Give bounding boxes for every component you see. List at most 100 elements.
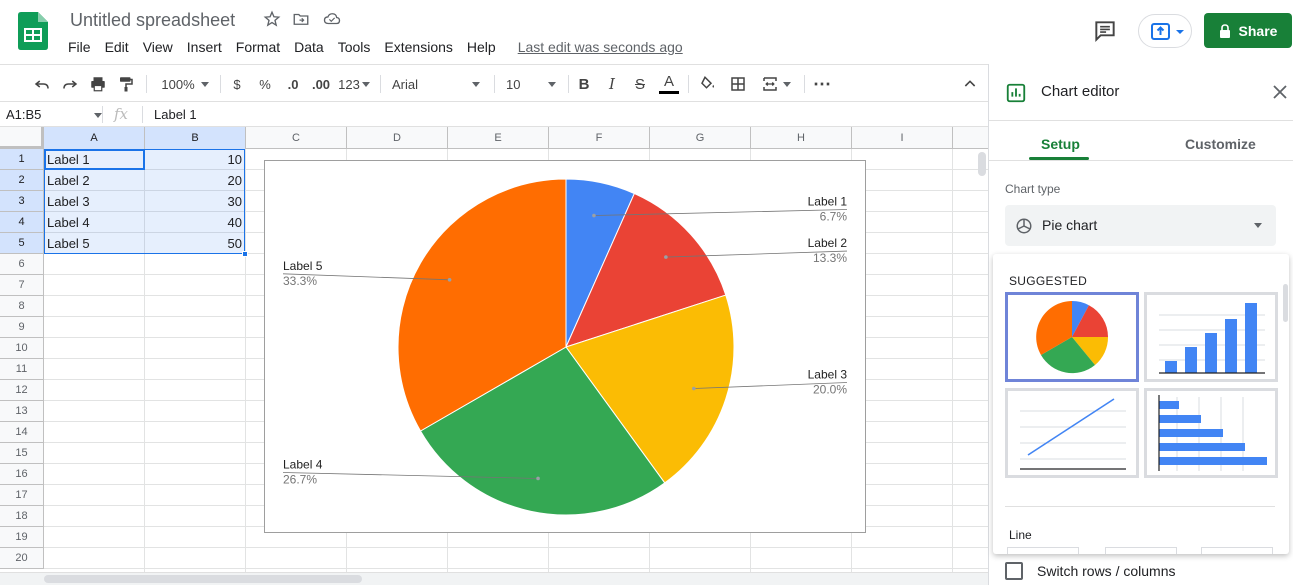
line-chart-option[interactable]: [1007, 547, 1079, 554]
dropdown-scrollbar-thumb[interactable]: [1283, 284, 1288, 322]
cell-b3[interactable]: 30: [145, 191, 245, 212]
combo-chart-option[interactable]: [1201, 547, 1273, 554]
menu-insert[interactable]: Insert: [187, 39, 222, 55]
row-header[interactable]: 5: [0, 233, 44, 254]
bar-chart-thumbnail[interactable]: [1144, 388, 1278, 478]
tab-customize[interactable]: Customize: [1185, 136, 1256, 152]
row-header[interactable]: 7: [0, 275, 44, 296]
menu-data[interactable]: Data: [294, 39, 324, 55]
row-header[interactable]: 2: [0, 170, 44, 191]
strikethrough-button[interactable]: S: [630, 65, 650, 103]
chevron-down-icon[interactable]: [94, 113, 102, 118]
name-box[interactable]: A1:B5: [6, 107, 41, 122]
font-size-select[interactable]: 10: [502, 65, 560, 103]
row-header[interactable]: 16: [0, 464, 44, 485]
row-header[interactable]: 19: [0, 527, 44, 548]
column-header-d[interactable]: D: [347, 127, 448, 149]
select-all-corner[interactable]: [0, 127, 44, 149]
comments-icon[interactable]: [1092, 18, 1118, 44]
cell-b5[interactable]: 50: [145, 233, 245, 254]
column-header-b[interactable]: B: [145, 127, 246, 149]
italic-button[interactable]: I: [602, 65, 622, 103]
row-header[interactable]: 10: [0, 338, 44, 359]
formula-input[interactable]: Label 1: [154, 107, 197, 122]
more-formats-select[interactable]: 123: [337, 65, 371, 103]
menu-view[interactable]: View: [143, 39, 173, 55]
column-header-c[interactable]: C: [246, 127, 347, 149]
menu-extensions[interactable]: Extensions: [384, 39, 452, 55]
font-select[interactable]: Arial: [388, 65, 484, 103]
percent-format-button[interactable]: %: [256, 65, 274, 103]
close-icon[interactable]: [1273, 85, 1287, 104]
line-chart-thumbnail[interactable]: [1005, 388, 1139, 478]
tab-setup[interactable]: Setup: [1041, 136, 1080, 152]
print-icon[interactable]: [86, 65, 110, 103]
row-header[interactable]: 14: [0, 422, 44, 443]
switch-rows-columns-checkbox[interactable]: [1005, 562, 1023, 580]
menu-format[interactable]: Format: [236, 39, 280, 55]
row-header[interactable]: 8: [0, 296, 44, 317]
paint-format-icon[interactable]: [114, 65, 138, 103]
row-header[interactable]: 6: [0, 254, 44, 275]
menu-help[interactable]: Help: [467, 39, 496, 55]
star-icon[interactable]: [263, 10, 283, 30]
row-header[interactable]: 17: [0, 485, 44, 506]
decrease-decimal-button[interactable]: .0: [282, 65, 304, 103]
cell-b1[interactable]: 10: [145, 149, 245, 170]
row-header[interactable]: 1: [0, 149, 44, 170]
cell-b2[interactable]: 20: [145, 170, 245, 191]
column-chart-thumbnail[interactable]: [1144, 292, 1278, 382]
share-button[interactable]: Share: [1204, 13, 1292, 48]
horizontal-scrollbar[interactable]: [0, 572, 988, 585]
last-edit-link[interactable]: Last edit was seconds ago: [518, 39, 683, 55]
cell-b4[interactable]: 40: [145, 212, 245, 233]
row-header[interactable]: 9: [0, 317, 44, 338]
row-header[interactable]: 4: [0, 212, 44, 233]
present-button[interactable]: [1138, 14, 1192, 48]
more-options-button[interactable]: ⋯: [810, 65, 834, 103]
row-header[interactable]: 13: [0, 401, 44, 422]
menu-tools[interactable]: Tools: [338, 39, 371, 55]
undo-icon[interactable]: [30, 65, 54, 103]
row-header[interactable]: 12: [0, 380, 44, 401]
column-header-i[interactable]: I: [852, 127, 953, 149]
fill-color-icon[interactable]: [696, 65, 720, 103]
vertical-scrollbar-thumb[interactable]: [978, 152, 986, 176]
smooth-line-chart-option[interactable]: [1105, 547, 1177, 554]
cloud-saved-icon[interactable]: [322, 10, 342, 30]
row-header[interactable]: 3: [0, 191, 44, 212]
row-header[interactable]: 18: [0, 506, 44, 527]
menu-file[interactable]: File: [68, 39, 91, 55]
column-header-g[interactable]: G: [650, 127, 751, 149]
switch-rows-columns-option[interactable]: Switch rows / columns: [1005, 562, 1175, 580]
zoom-select[interactable]: 100%: [156, 65, 214, 103]
row-header[interactable]: 11: [0, 359, 44, 380]
sheets-logo-icon[interactable]: [18, 12, 48, 55]
cell-a4[interactable]: Label 4: [44, 212, 144, 233]
move-folder-icon[interactable]: [292, 10, 312, 30]
collapse-menu-icon[interactable]: [958, 65, 982, 103]
increase-decimal-button[interactable]: .00: [308, 65, 334, 103]
row-header[interactable]: 15: [0, 443, 44, 464]
column-header-f[interactable]: F: [549, 127, 650, 149]
pie-chart-thumbnail[interactable]: [1005, 292, 1139, 382]
cell-a2[interactable]: Label 2: [44, 170, 144, 191]
cell-a3[interactable]: Label 3: [44, 191, 144, 212]
row-header[interactable]: 20: [0, 548, 44, 569]
borders-icon[interactable]: [726, 65, 750, 103]
pie-chart[interactable]: Label 1 6.7% Label 2 13.3% Label 3 20.0% Label…: [264, 160, 866, 533]
column-header-h[interactable]: H: [751, 127, 852, 149]
horizontal-scrollbar-thumb[interactable]: [44, 575, 362, 583]
currency-format-button[interactable]: $: [228, 65, 246, 103]
cell-a5[interactable]: Label 5: [44, 233, 144, 254]
redo-icon[interactable]: [58, 65, 82, 103]
cell-a1[interactable]: Label 1: [44, 149, 144, 170]
bold-button[interactable]: B: [574, 65, 594, 103]
text-color-button[interactable]: A: [658, 65, 680, 103]
column-header-a[interactable]: A: [44, 127, 145, 149]
merge-cells-icon[interactable]: [756, 65, 796, 103]
document-title[interactable]: Untitled spreadsheet: [70, 10, 235, 31]
chart-type-select[interactable]: Pie chart: [1005, 205, 1276, 246]
menu-edit[interactable]: Edit: [105, 39, 129, 55]
column-header-e[interactable]: E: [448, 127, 549, 149]
